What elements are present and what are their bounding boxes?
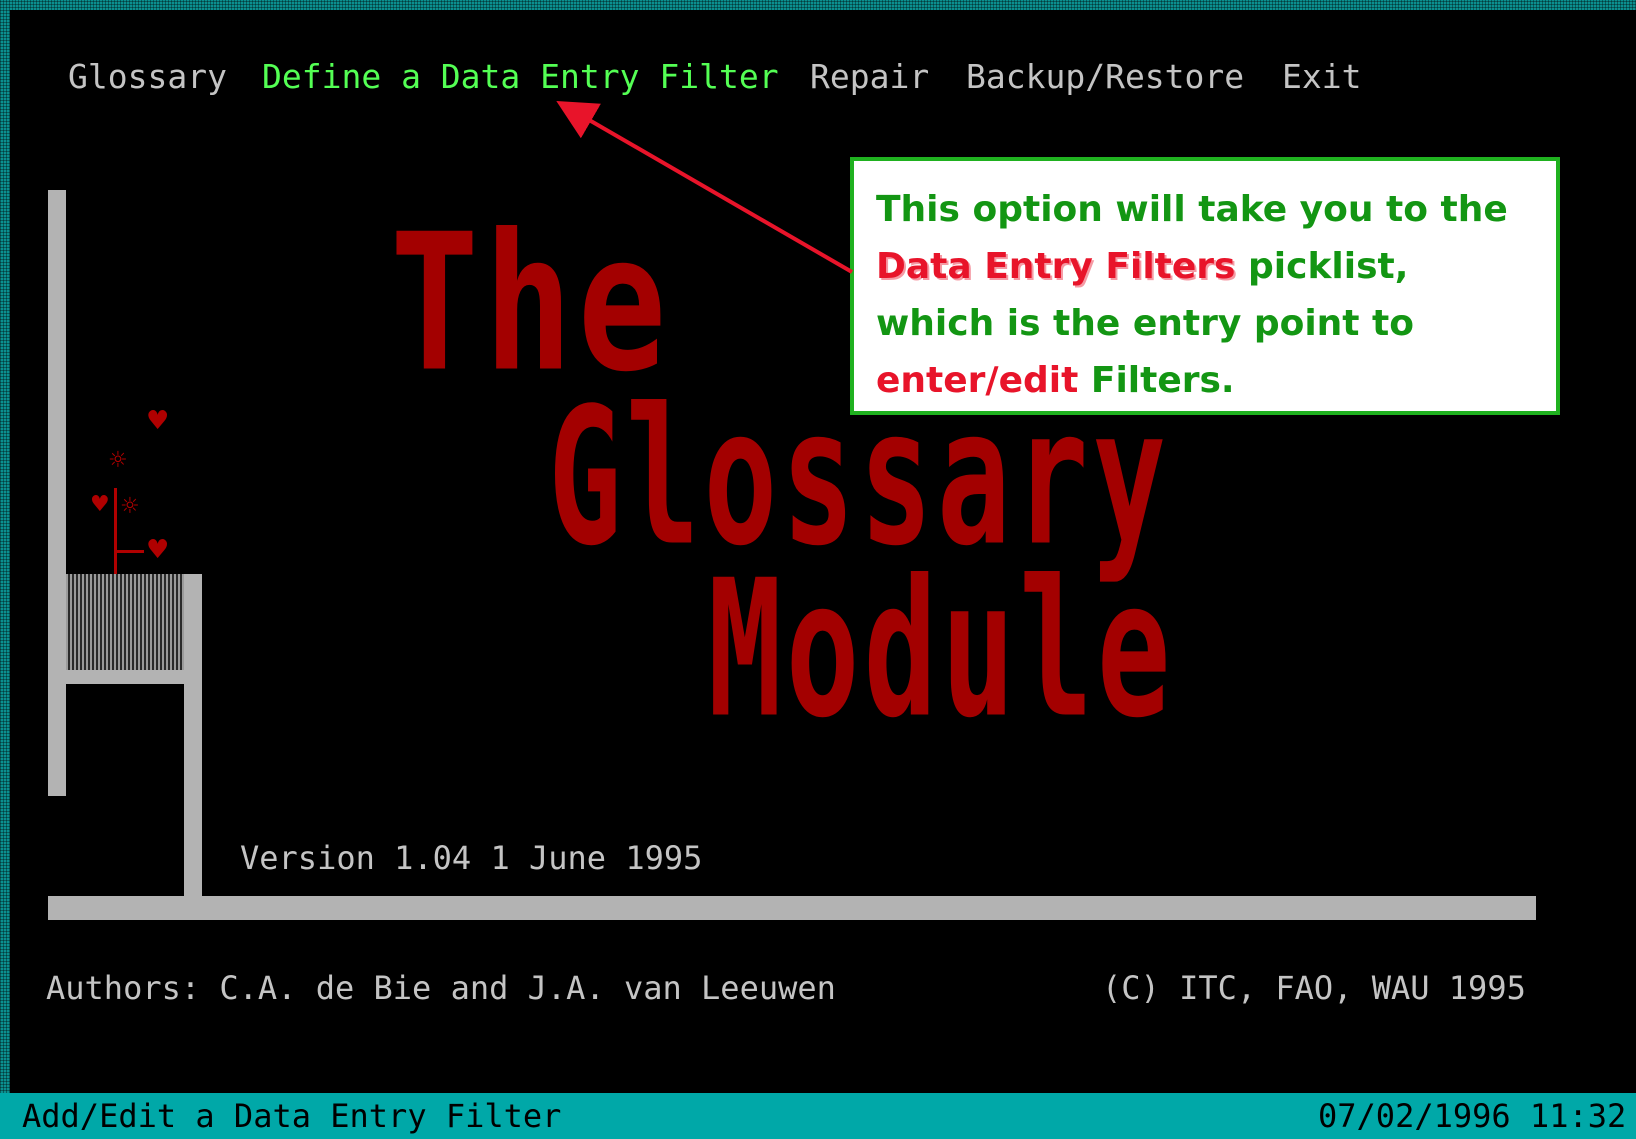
status-bar: Add/Edit a Data Entry Filter 07/02/1996 … [0, 1093, 1636, 1139]
callout-arrow [556, 100, 854, 274]
status-datetime: 07/02/1996 11:32 [1318, 1097, 1627, 1135]
dos-screen: Glossary Define a Data Entry Filter Repa… [0, 0, 1636, 1139]
status-message: Add/Edit a Data Entry Filter [22, 1097, 562, 1135]
